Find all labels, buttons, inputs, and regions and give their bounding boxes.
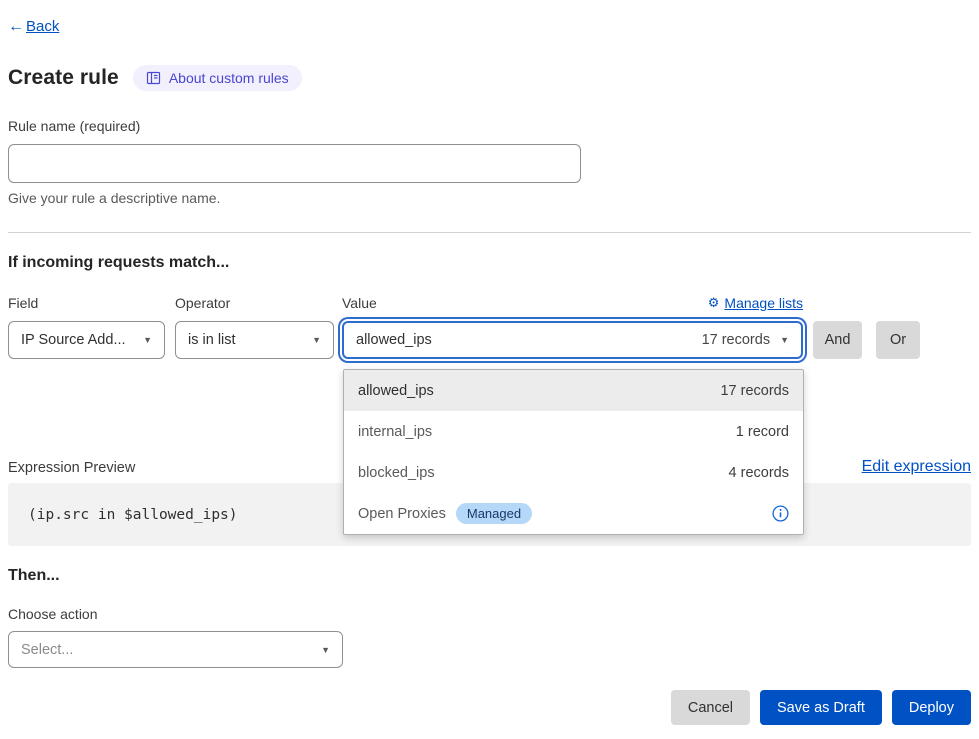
chevron-down-icon: ▼ [321, 645, 330, 655]
list-option-records: 4 records [729, 465, 789, 481]
list-option-internal-ips[interactable]: internal_ips 1 record [344, 411, 803, 452]
match-heading: If incoming requests match... [8, 254, 971, 272]
section-divider [8, 232, 971, 233]
manage-lists-link[interactable]: ⚙ Manage lists [708, 295, 803, 311]
rule-name-help: Give your rule a descriptive name. [8, 190, 971, 206]
field-select-value: IP Source Add... [21, 332, 126, 348]
chevron-down-icon: ▼ [143, 335, 152, 345]
list-option-name: blocked_ips [358, 465, 435, 481]
rule-name-label: Rule name (required) [8, 118, 140, 134]
field-select[interactable]: IP Source Add... ▼ [8, 321, 165, 359]
managed-badge: Managed [456, 503, 532, 524]
operator-select[interactable]: is in list ▼ [175, 321, 334, 359]
title-row: Create rule About custom rules [8, 65, 971, 91]
about-badge-label: About custom rules [169, 70, 289, 86]
list-option-name: allowed_ips [358, 383, 434, 399]
back-arrow-icon: ← [8, 18, 24, 35]
create-rule-page: ←Back Create rule About custom rules Rul… [0, 0, 979, 739]
operator-label: Operator [175, 295, 334, 311]
edit-expression-link[interactable]: Edit expression [862, 458, 971, 476]
operator-select-value: is in list [188, 332, 236, 348]
manage-lists-label: Manage lists [724, 295, 803, 311]
save-as-draft-button[interactable]: Save as Draft [760, 690, 882, 725]
book-icon [146, 71, 161, 85]
choose-action-label: Choose action [8, 606, 971, 622]
list-option-records: 1 record [736, 424, 789, 440]
chevron-down-icon: ▼ [780, 335, 789, 345]
and-button[interactable]: And [813, 321, 862, 359]
gear-icon: ⚙ [708, 296, 720, 311]
back-row: ←Back [8, 18, 971, 36]
back-link-label: Back [26, 18, 59, 35]
page-title: Create rule [8, 66, 119, 90]
value-label: Value [342, 295, 377, 311]
expression-code: (ip.src in $allowed_ips) [28, 507, 238, 523]
cancel-button[interactable]: Cancel [671, 690, 750, 725]
action-select-placeholder: Select... [21, 642, 73, 658]
field-label: Field [8, 295, 165, 311]
or-button[interactable]: Or [876, 321, 920, 359]
list-option-records: 17 records [720, 383, 789, 399]
value-select-records: 17 records [702, 332, 771, 348]
info-icon[interactable] [772, 505, 789, 522]
list-option-allowed-ips[interactable]: allowed_ips 17 records [344, 370, 803, 411]
lists-dropdown: allowed_ips 17 records internal_ips 1 re… [343, 369, 804, 535]
then-heading: Then... [8, 567, 971, 585]
rule-name-block: Rule name (required) Give your rule a de… [8, 118, 971, 206]
expression-preview-label: Expression Preview [8, 460, 135, 476]
list-option-name: internal_ips [358, 424, 432, 440]
value-select[interactable]: allowed_ips 17 records ▼ [342, 321, 803, 359]
condition-labels-row: Field Operator Value ⚙ Manage lists [8, 295, 971, 311]
deploy-button[interactable]: Deploy [892, 690, 971, 725]
edit-expression-label: Edit expression [862, 458, 971, 475]
list-option-blocked-ips[interactable]: blocked_ips 4 records [344, 452, 803, 493]
back-link[interactable]: ←Back [8, 18, 59, 35]
condition-row: IP Source Add... ▼ is in list ▼ allowed_… [8, 321, 971, 359]
list-option-name: Open Proxies [358, 506, 446, 522]
rule-name-input[interactable] [8, 144, 581, 183]
list-option-open-proxies[interactable]: Open Proxies Managed [344, 493, 803, 534]
action-select[interactable]: Select... ▼ [8, 631, 343, 668]
footer-actions: Cancel Save as Draft Deploy [8, 690, 971, 725]
value-select-value: allowed_ips [356, 332, 432, 348]
chevron-down-icon: ▼ [312, 335, 321, 345]
about-custom-rules-badge[interactable]: About custom rules [133, 65, 302, 91]
